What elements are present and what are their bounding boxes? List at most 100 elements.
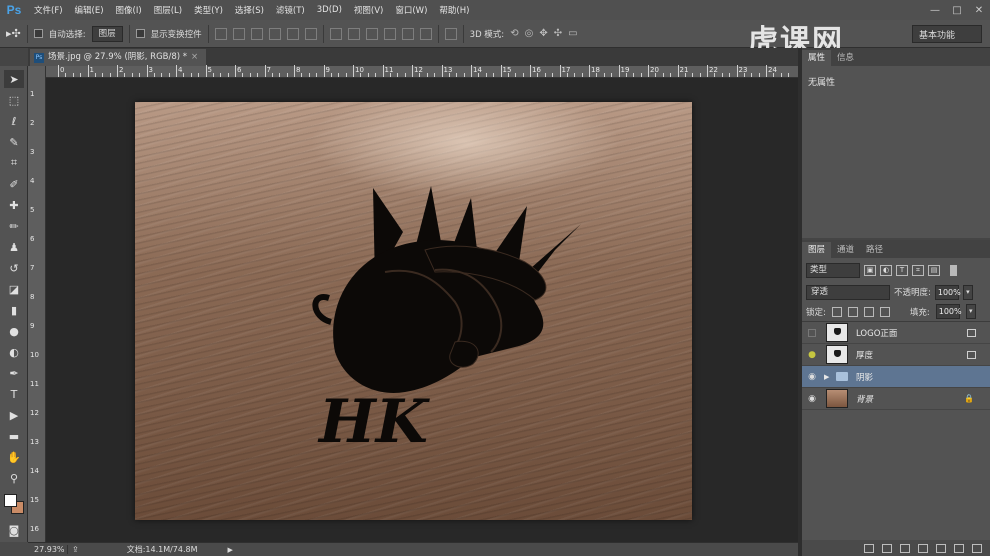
distribute-vcenter-icon[interactable] <box>347 27 360 40</box>
lock-image-icon[interactable] <box>847 306 858 317</box>
export-icon[interactable]: ⇪ <box>72 545 79 554</box>
zoom-tool-icon[interactable]: ⚲ <box>4 469 24 487</box>
filter-pixel-icon[interactable]: ▣ <box>864 264 876 276</box>
align-vcenter-icon[interactable] <box>232 27 245 40</box>
hand-tool-icon[interactable]: ✋ <box>4 448 24 466</box>
3d-rotate-icon[interactable]: ⟲ <box>510 28 518 39</box>
fill-dropdown-icon[interactable]: ▾ <box>965 304 976 319</box>
3d-pan-icon[interactable]: ✥ <box>539 28 547 39</box>
close-button[interactable]: ✕ <box>968 5 990 16</box>
foreground-color-swatch[interactable] <box>4 494 17 507</box>
zoom-level-field[interactable]: 27.93% <box>28 545 68 554</box>
quick-select-tool-icon[interactable]: ✎ <box>4 133 24 151</box>
filter-adjustment-icon[interactable]: ◐ <box>880 264 892 276</box>
layer-mask-icon[interactable] <box>900 543 910 553</box>
show-transform-checkbox[interactable] <box>135 29 145 38</box>
healing-brush-tool-icon[interactable]: ✚ <box>4 196 24 214</box>
new-group-icon[interactable] <box>936 543 946 553</box>
clone-stamp-tool-icon[interactable]: ♟ <box>4 238 24 256</box>
auto-select-checkbox[interactable] <box>33 29 43 38</box>
menu-file[interactable]: 文件(F) <box>28 4 69 16</box>
lasso-tool-icon[interactable]: ℓ <box>4 112 24 130</box>
crop-tool-icon[interactable]: ⌗ <box>4 154 24 172</box>
shape-tool-icon[interactable]: ▬ <box>4 427 24 445</box>
dodge-tool-icon[interactable]: ◐ <box>4 343 24 361</box>
gradient-tool-icon[interactable]: ▮ <box>4 301 24 319</box>
menu-layer[interactable]: 图层(L) <box>148 4 188 16</box>
auto-align-icon[interactable] <box>444 27 457 40</box>
tab-properties[interactable]: 属性 <box>802 50 832 66</box>
filter-type-icon[interactable]: T <box>896 264 908 276</box>
menu-select[interactable]: 选择(S) <box>229 4 270 16</box>
align-bottom-icon[interactable] <box>250 27 263 40</box>
tab-layers[interactable]: 图层 <box>802 242 832 258</box>
3d-roll-icon[interactable]: ◎ <box>525 28 534 39</box>
blend-mode-select[interactable]: 穿透 <box>806 284 890 300</box>
align-top-icon[interactable] <box>214 27 227 40</box>
eye-icon[interactable]: ◉ <box>802 394 822 404</box>
type-tool-icon[interactable]: T <box>4 385 24 403</box>
link-layers-icon[interactable] <box>864 543 874 553</box>
menu-3d[interactable]: 3D(D) <box>311 5 348 15</box>
menu-type[interactable]: 类型(Y) <box>188 4 229 16</box>
document-tab[interactable]: Ps 场景.jpg @ 27.9% (阴影, RGB/8) * × <box>30 49 207 66</box>
group-expand-icon[interactable]: ▶ <box>824 373 834 381</box>
menu-view[interactable]: 视图(V) <box>348 4 389 16</box>
distribute-hcenter-icon[interactable] <box>401 27 414 40</box>
3d-scale-icon[interactable]: ▭ <box>568 28 577 39</box>
filter-toggle-icon[interactable] <box>950 264 957 276</box>
opacity-field[interactable]: 100% <box>934 284 961 300</box>
path-select-tool-icon[interactable]: ▶ <box>4 406 24 424</box>
tab-paths[interactable]: 路径 <box>860 242 889 258</box>
menu-edit[interactable]: 编辑(E) <box>69 4 110 16</box>
menu-filter[interactable]: 滤镜(T) <box>270 4 311 16</box>
tab-channels[interactable]: 通道 <box>831 242 860 258</box>
align-right-icon[interactable] <box>304 27 317 40</box>
status-menu-arrow-icon[interactable]: ▶ <box>228 546 233 554</box>
align-left-icon[interactable] <box>268 27 281 40</box>
lock-position-icon[interactable] <box>863 306 874 317</box>
filter-shape-icon[interactable]: ⌗ <box>912 264 924 276</box>
tab-close-icon[interactable]: × <box>191 49 198 66</box>
filter-smart-object-icon[interactable]: ▤ <box>928 264 940 276</box>
minimize-button[interactable]: — <box>924 5 946 16</box>
history-brush-tool-icon[interactable]: ↺ <box>4 259 24 277</box>
tab-info[interactable]: 信息 <box>831 50 860 66</box>
eraser-tool-icon[interactable]: ◪ <box>4 280 24 298</box>
pen-tool-icon[interactable]: ✒ <box>4 364 24 382</box>
auto-select-dropdown[interactable]: 图层 <box>91 25 123 42</box>
eye-icon[interactable]: ● <box>802 350 822 360</box>
layer-row-thickness[interactable]: ● 厚度 <box>802 344 990 366</box>
distribute-right-icon[interactable] <box>419 27 432 40</box>
menu-image[interactable]: 图像(I) <box>110 4 148 16</box>
adjustment-layer-icon[interactable] <box>918 543 928 553</box>
new-layer-icon[interactable] <box>954 543 964 553</box>
opacity-dropdown-icon[interactable]: ▾ <box>962 284 973 300</box>
layer-style-icon[interactable] <box>882 543 892 553</box>
canvas-area[interactable]: HK <box>46 78 798 542</box>
brush-tool-icon[interactable]: ✏ <box>4 217 24 235</box>
delete-layer-icon[interactable] <box>972 543 982 553</box>
menu-help[interactable]: 帮助(H) <box>433 4 475 16</box>
document-canvas[interactable]: HK <box>135 102 692 520</box>
distribute-bottom-icon[interactable] <box>365 27 378 40</box>
layer-filter-kind-select[interactable]: 类型 <box>806 262 860 278</box>
menu-window[interactable]: 窗口(W) <box>389 4 433 16</box>
visibility-toggle-off[interactable] <box>808 328 816 337</box>
layer-row-shadow-group[interactable]: ◉ ▶ 阴影 <box>802 366 990 388</box>
blur-tool-icon[interactable]: ● <box>4 322 24 340</box>
workspace-select[interactable]: 基本功能 <box>912 25 982 43</box>
move-tool-icon[interactable]: ➤ <box>4 70 24 88</box>
eyedropper-tool-icon[interactable]: ✐ <box>4 175 24 193</box>
3d-slide-icon[interactable]: ✣ <box>554 28 562 39</box>
layer-row-logo-front[interactable]: LOGO正面 <box>802 322 990 344</box>
lock-transparent-icon[interactable] <box>831 306 842 317</box>
distribute-top-icon[interactable] <box>329 27 342 40</box>
move-tool-icon[interactable]: ▸✣ <box>6 27 21 40</box>
maximize-button[interactable]: □ <box>946 5 968 16</box>
distribute-left-icon[interactable] <box>383 27 396 40</box>
fill-field[interactable]: 100% <box>935 304 962 319</box>
marquee-tool-icon[interactable]: ⬚ <box>4 91 24 109</box>
lock-all-icon[interactable] <box>879 306 890 317</box>
align-hcenter-icon[interactable] <box>286 27 299 40</box>
